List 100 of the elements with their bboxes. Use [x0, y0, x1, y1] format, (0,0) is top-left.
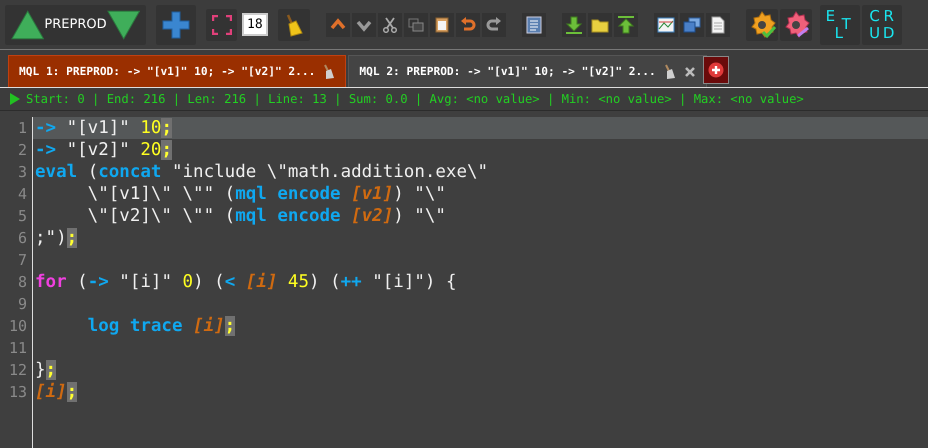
environment-label: PREPROD — [44, 17, 107, 32]
line-number: 3 — [0, 161, 33, 183]
code-token: [i] — [192, 316, 225, 336]
folder-button[interactable] — [588, 12, 612, 36]
code-token: -> — [35, 140, 56, 160]
add-button[interactable] — [156, 4, 196, 44]
code-token: ; — [161, 140, 172, 160]
down-button[interactable] — [352, 12, 376, 36]
code-token: 10 — [140, 118, 162, 138]
line-number: 7 — [0, 249, 33, 271]
code-token: ; — [66, 228, 78, 248]
upload-button[interactable] — [614, 12, 638, 36]
code-token: ) ( — [309, 272, 341, 292]
line-number: 6 — [0, 227, 33, 249]
code-token: \"[v2]\" \"" ( — [86, 206, 236, 226]
line-number: 13 — [0, 381, 33, 403]
crud-button[interactable]: C R U D — [862, 4, 902, 44]
code-token: ) "\" — [393, 206, 446, 226]
editor-tab[interactable]: MQL 2: PREPROD: -> "[v1]" 10; -> "[v2]" 2... — [348, 55, 707, 87]
status-text: Start: 0 | End: 216 | Len: 216 | Line: 13 | Sum: 0.0 | Avg: <no value> | Min: <no value> | Max: <no value> — [26, 92, 804, 106]
code-token: concat — [98, 162, 162, 182]
down-triangle-icon[interactable] — [106, 10, 140, 40]
clear-button[interactable] — [278, 8, 310, 40]
code-token: ( — [76, 272, 88, 292]
redo-icon — [486, 16, 502, 32]
code-token: "[v2]" — [66, 140, 131, 160]
undo-icon — [460, 16, 476, 32]
code-token: 45 — [286, 272, 309, 292]
report-button[interactable] — [522, 12, 546, 36]
code-token: [i] — [244, 272, 278, 292]
code-token: "include \"math.addition.exe\" — [170, 162, 488, 182]
tab-label: MQL 2: PREPROD: -> "[v1]" 10; -> "[v2]" 2... — [359, 65, 656, 78]
code-token: "[v1]" — [66, 118, 131, 138]
close-icon[interactable] — [684, 66, 696, 78]
line-number: 9 — [0, 293, 33, 315]
scissors-icon — [382, 16, 398, 32]
windows-button[interactable] — [680, 12, 704, 36]
run-settings-button[interactable] — [746, 8, 778, 40]
code-token: ) ( — [193, 272, 225, 292]
run-icon[interactable] — [9, 92, 21, 106]
editor-tab[interactable]: MQL 1: PREPROD: -> "[v1]" 10; -> "[v2]" 2... — [8, 55, 346, 87]
broom-icon[interactable] — [664, 64, 676, 80]
up-button[interactable] — [326, 12, 350, 36]
line-number: 8 — [0, 271, 33, 293]
code-token: ; — [66, 382, 78, 402]
plus-icon — [161, 10, 191, 40]
folder-icon — [590, 16, 609, 32]
chart-button[interactable] — [654, 12, 678, 36]
code-token: ; — [161, 118, 172, 138]
code-token: "[i]" — [118, 272, 173, 292]
code-token: [v2] — [350, 206, 394, 226]
code-token: "[i]") { — [371, 272, 457, 292]
code-token: mql encode — [235, 206, 341, 226]
plus-circle-icon — [708, 62, 724, 78]
page-icon — [710, 16, 725, 34]
copy-button[interactable] — [404, 12, 428, 36]
copy-icon — [408, 16, 424, 32]
new-tab-button[interactable] — [702, 56, 729, 84]
line-number: 2 — [0, 139, 33, 161]
chart-icon — [656, 16, 675, 32]
windows-icon — [682, 16, 701, 32]
fullscreen-icon — [212, 14, 232, 34]
upload-icon — [616, 16, 635, 34]
document-icon — [526, 16, 542, 34]
line-number: 12 — [0, 359, 33, 381]
tab-label: MQL 1: PREPROD: -> "[v1]" 10; -> "[v2]" 2... — [19, 65, 316, 78]
code-token: log trace — [86, 316, 183, 336]
cut-button[interactable] — [378, 12, 402, 36]
redo-button[interactable] — [482, 12, 506, 36]
code-token: ;") — [35, 228, 67, 248]
code-token: eval — [35, 162, 78, 182]
code-token: 20 — [140, 140, 162, 160]
line-number: 10 — [0, 315, 33, 337]
broom-icon[interactable] — [323, 64, 336, 80]
code-token: [i] — [35, 382, 67, 402]
elt-button[interactable]: E LT — [820, 4, 860, 44]
up-triangle-icon[interactable] — [11, 10, 44, 40]
code-token: 0 — [182, 272, 194, 292]
edit-settings-button[interactable] — [780, 8, 812, 40]
code-token: < — [224, 272, 236, 292]
page-button[interactable] — [706, 12, 730, 36]
code-token: for — [35, 272, 67, 292]
undo-button[interactable] — [456, 12, 480, 36]
code-token: ++ — [340, 272, 362, 292]
code-token: ; — [224, 316, 236, 336]
code-token: -> — [35, 118, 56, 138]
line-number: 11 — [0, 337, 33, 359]
paste-button[interactable] — [430, 12, 454, 36]
code-token: ) "\" — [393, 184, 446, 204]
line-number: 5 — [0, 205, 33, 227]
code-token: mql encode — [235, 184, 341, 204]
fullscreen-button[interactable] — [206, 8, 237, 40]
code-token: \"[v1]\" \"" ( — [86, 184, 236, 204]
code-token: ; — [46, 360, 56, 380]
font-size-field[interactable]: 18 — [242, 13, 268, 36]
download-button[interactable] — [562, 12, 586, 36]
code-token: [v1] — [350, 184, 394, 204]
download-icon — [564, 16, 583, 34]
code-token: ( — [86, 162, 98, 182]
line-number: 4 — [0, 183, 33, 205]
